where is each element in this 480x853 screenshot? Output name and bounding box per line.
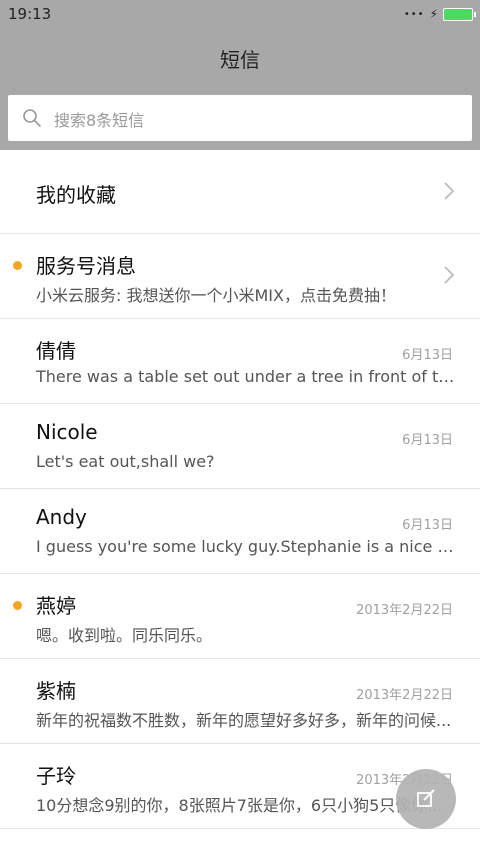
favorites-row[interactable]: 我的收藏 [0, 150, 480, 234]
battery-icon [443, 7, 476, 21]
status-time: 19:13 [8, 5, 52, 23]
message-date: 2013年2月22日 [356, 603, 453, 618]
conversation-row[interactable]: Andy 6月13日 I guess you're some lucky guy… [0, 489, 480, 574]
conversation-list: 我的收藏 服务号消息 小米云服务: 我想送你一个小米MIX，点击免费抽！ 倩倩 … [0, 150, 480, 829]
conversation-row[interactable]: 紫楠 2013年2月22日 新年的祝福数不胜数，新年的愿望好多好多，新年的问候.… [0, 659, 480, 744]
conversation-row[interactable]: 倩倩 6月13日 There was a table set out under… [0, 319, 480, 404]
message-date: 2013年2月22日 [356, 688, 453, 703]
message-preview: Let's eat out,shall we? [36, 452, 215, 471]
status-bar: 19:13 ••• ⚡ [0, 0, 480, 28]
conversation-row[interactable]: Nicole 6月13日 Let's eat out,shall we? [0, 404, 480, 489]
contact-name: 子玲 [36, 764, 76, 788]
status-icons: ••• ⚡ [403, 7, 476, 21]
conversation-row[interactable]: 燕婷 2013年2月22日 嗯。收到啦。同乐同乐。 [0, 574, 480, 659]
contact-name: 燕婷 [36, 594, 76, 618]
header-bar: 19:13 ••• ⚡ 短信 搜索8条短信 [0, 0, 480, 150]
search-icon [23, 109, 41, 127]
contact-name: Nicole [36, 420, 98, 444]
message-date: 6月13日 [402, 433, 453, 448]
message-preview: There was a table set out under a tree i… [36, 367, 456, 386]
bolt-icon: ⚡ [429, 7, 438, 21]
message-date: 6月13日 [402, 348, 453, 363]
message-preview: 新年的祝福数不胜数，新年的愿望好多好多，新年的问候... [36, 711, 452, 730]
chevron-right-icon [444, 182, 455, 200]
message-date: 6月13日 [402, 518, 453, 533]
message-preview: 10分想念9别的你，8张照片7张是你，6只小狗5只像你... [36, 796, 443, 815]
compose-button[interactable] [396, 769, 456, 829]
unread-dot [13, 261, 22, 270]
search-input[interactable]: 搜索8条短信 [8, 95, 472, 141]
message-preview: 嗯。收到啦。同乐同乐。 [36, 626, 213, 645]
contact-name: 倩倩 [36, 339, 76, 363]
page-title: 短信 [220, 48, 260, 72]
message-preview: 小米云服务: 我想送你一个小米MIX，点击免费抽！ [36, 286, 396, 305]
dots-icon: ••• [403, 8, 425, 20]
unread-dot [13, 601, 22, 610]
contact-name: 服务号消息 [36, 254, 136, 278]
favorites-label: 我的收藏 [36, 183, 116, 207]
contact-name: Andy [36, 505, 87, 529]
chevron-right-icon [444, 266, 455, 284]
message-preview: I guess you're some lucky guy.Stephanie … [36, 537, 456, 556]
compose-icon [417, 789, 435, 807]
conversation-row[interactable]: 服务号消息 小米云服务: 我想送你一个小米MIX，点击免费抽！ [0, 234, 480, 319]
search-placeholder: 搜索8条短信 [54, 111, 145, 130]
contact-name: 紫楠 [36, 679, 76, 703]
